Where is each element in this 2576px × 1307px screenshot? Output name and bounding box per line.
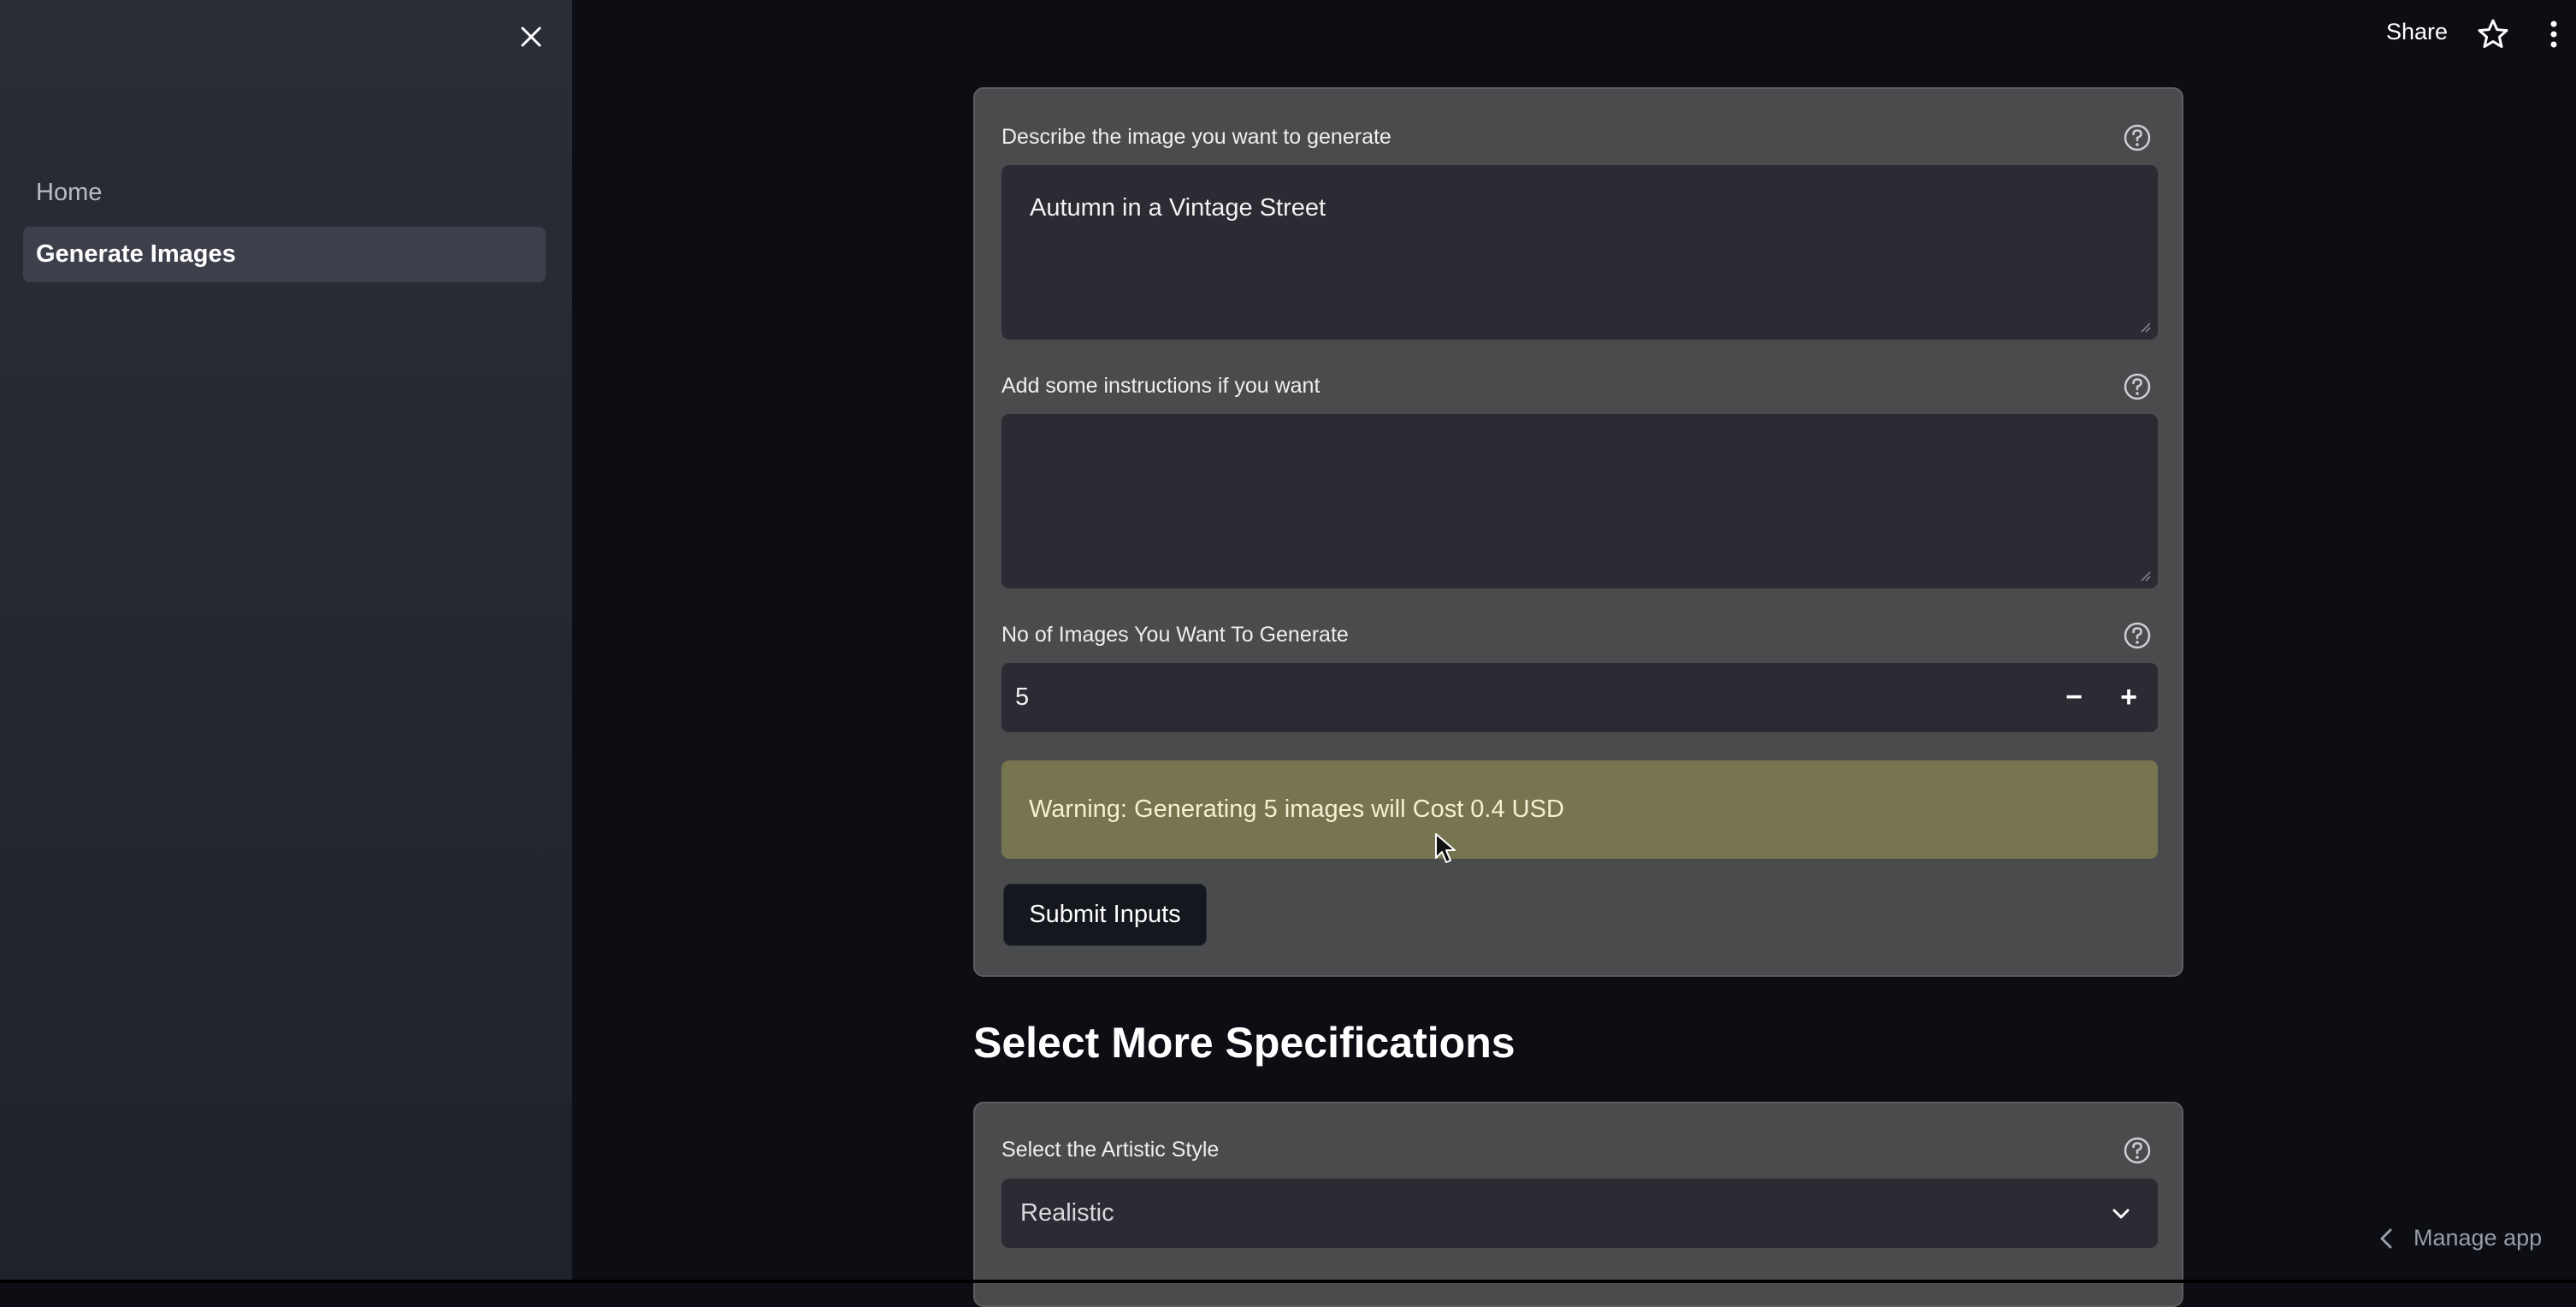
num-images-value[interactable]: 5 — [1015, 663, 1029, 732]
bottom-edge — [0, 1280, 2576, 1283]
help-icon[interactable] — [2122, 1135, 2153, 1166]
sidebar-item-label: Generate Images — [36, 240, 236, 268]
cost-warning: Warning: Generating 5 images will Cost 0… — [1001, 760, 2158, 859]
mouse-cursor-icon — [1435, 833, 1456, 863]
help-icon[interactable] — [2122, 620, 2153, 651]
star-icon[interactable] — [2476, 17, 2510, 51]
num-images-stepper[interactable]: 5 − + — [1001, 663, 2158, 732]
increment-button[interactable]: + — [2101, 663, 2156, 732]
manage-app-button[interactable]: Manage app — [2378, 1225, 2542, 1251]
image-form-card: Describe the image you want to generate … — [973, 87, 2183, 977]
kebab-menu-icon[interactable] — [2541, 17, 2567, 51]
description-value: Autumn in a Vintage Street — [1030, 194, 1326, 222]
help-icon[interactable] — [2122, 122, 2153, 153]
decrement-button[interactable]: − — [2047, 663, 2101, 732]
artistic-style-value: Realistic — [1020, 1199, 1114, 1227]
num-images-label: No of Images You Want To Generate — [1001, 623, 1349, 647]
chevron-left-icon — [2380, 1228, 2392, 1248]
instructions-label: Add some instructions if you want — [1001, 374, 1320, 398]
instructions-textarea[interactable] — [1001, 414, 2158, 588]
help-icon[interactable] — [2122, 371, 2153, 402]
submit-inputs-button[interactable]: Submit Inputs — [1003, 884, 1207, 946]
manage-app-label: Manage app — [2414, 1225, 2543, 1251]
resize-handle-icon[interactable] — [2139, 570, 2151, 582]
sidebar-item-label: Home — [36, 179, 103, 206]
description-textarea[interactable]: Autumn in a Vintage Street — [1001, 165, 2158, 340]
section-heading: Select More Specifications — [973, 1019, 1515, 1067]
description-label: Describe the image you want to generate — [1001, 125, 1391, 149]
artistic-style-select[interactable]: Realistic — [1001, 1179, 2158, 1248]
sidebar-item-home[interactable]: Home — [23, 165, 546, 221]
specifications-card: Select the Artistic Style Realistic — [973, 1102, 2183, 1307]
cost-warning-text: Warning: Generating 5 images will Cost 0… — [1029, 795, 1564, 823]
chevron-down-icon[interactable] — [2105, 1198, 2137, 1230]
artistic-style-label: Select the Artistic Style — [1001, 1138, 1220, 1162]
share-button[interactable]: Share — [2386, 19, 2448, 45]
resize-handle-icon[interactable] — [2139, 321, 2151, 333]
sidebar-item-generate-images[interactable]: Generate Images — [23, 227, 546, 282]
close-icon[interactable] — [514, 20, 548, 54]
sidebar: Home Generate Images — [0, 0, 572, 1280]
